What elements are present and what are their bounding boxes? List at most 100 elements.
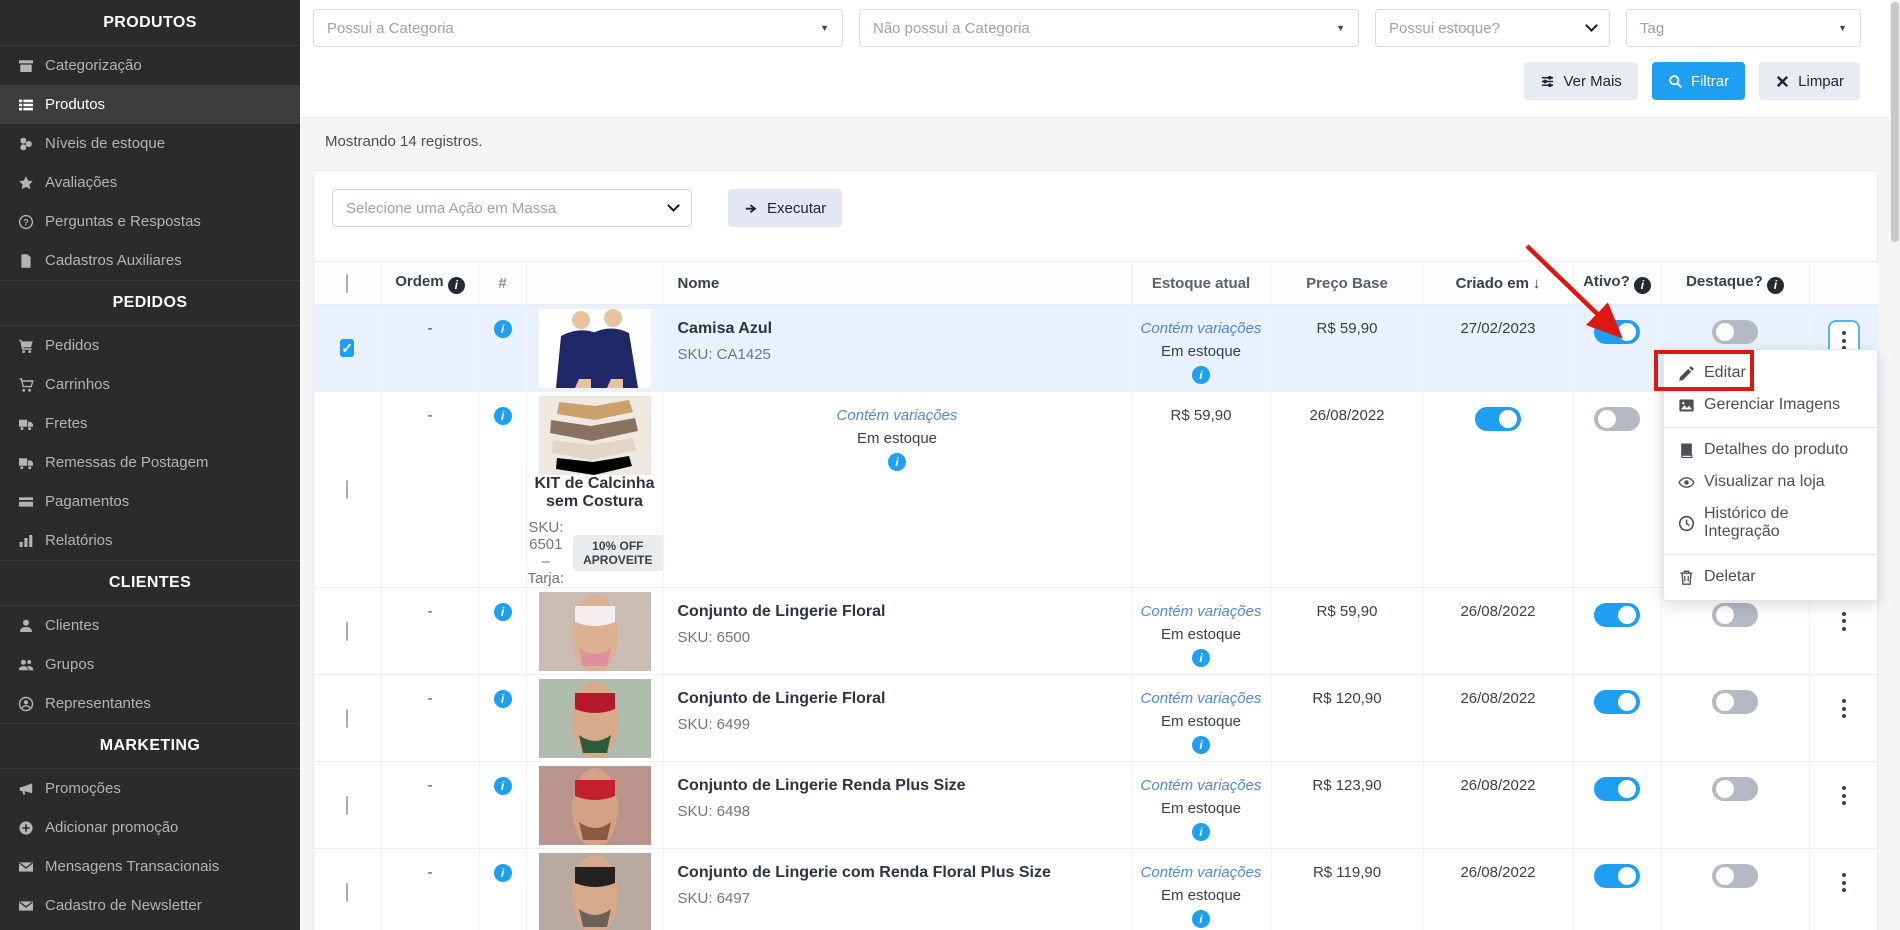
row-actions-kebab-icon[interactable] — [1830, 864, 1858, 901]
row-checkbox[interactable] — [346, 795, 349, 815]
info-icon[interactable]: i — [493, 864, 512, 882]
destaque-toggle[interactable] — [1712, 603, 1758, 627]
destaque-toggle[interactable] — [1712, 777, 1758, 801]
menu-item-detalhes-do-produto[interactable]: Detalhes do produto — [1664, 434, 1877, 466]
contem-variacoes-link[interactable]: Contém variações — [1132, 777, 1271, 794]
destaque-toggle[interactable] — [1712, 864, 1758, 888]
ativo-toggle[interactable] — [1594, 777, 1640, 801]
info-icon[interactable]: i — [493, 407, 512, 425]
ver-mais-label: Ver Mais — [1563, 72, 1622, 90]
info-icon[interactable]: i — [493, 320, 512, 338]
eye-icon — [1678, 476, 1695, 488]
sidebar-item-pedidos[interactable]: Pedidos — [0, 326, 300, 365]
sidebar-item-representantes[interactable]: Representantes — [0, 684, 300, 723]
sidebar-item-perguntas-e-respostas[interactable]: ? Perguntas e Respostas — [0, 202, 300, 241]
product-name: Conjunto de Lingerie Floral — [677, 690, 886, 707]
menu-item-editar[interactable]: Editar — [1664, 357, 1877, 389]
menu-item-visualizar-na-loja[interactable]: Visualizar na loja — [1664, 466, 1877, 498]
row-checkbox[interactable] — [346, 480, 349, 499]
info-icon[interactable]: i — [493, 603, 512, 621]
contem-variacoes-link[interactable]: Contém variações — [664, 407, 1131, 424]
menu-item-label: Visualizar na loja — [1704, 473, 1825, 490]
menu-item-gerenciar-imagens[interactable]: Gerenciar Imagens — [1664, 389, 1877, 421]
sort-desc-icon: ↓ — [1532, 274, 1541, 292]
ativo-toggle[interactable] — [1594, 864, 1640, 888]
ativo-toggle[interactable] — [1594, 690, 1640, 714]
filter-select-2[interactable]: Não possui a Categoria ▼ — [859, 9, 1359, 47]
bulk-action-select[interactable]: Selecione uma Ação em Massa — [332, 189, 692, 227]
select-all-checkbox[interactable] — [346, 273, 349, 293]
destaque-toggle[interactable] — [1594, 407, 1640, 431]
scrollbar[interactable] — [1890, 0, 1900, 930]
sidebar-item-produtos[interactable]: Produtos — [0, 85, 300, 124]
row-checkbox[interactable]: ✓ — [340, 338, 355, 357]
contem-variacoes-link[interactable]: Contém variações — [1132, 864, 1271, 881]
ver-mais-button[interactable]: Ver Mais — [1524, 62, 1638, 100]
limpar-button[interactable]: Limpar — [1759, 62, 1860, 100]
row-ordem: - — [381, 674, 480, 762]
product-image[interactable]: KIT de Calcinha sem Costura SKU: 6501 – T… — [526, 391, 664, 588]
sidebar-item-clientes[interactable]: Clientes — [0, 606, 300, 645]
product-image[interactable] — [526, 304, 664, 392]
executar-button[interactable]: Executar — [728, 189, 843, 227]
ativo-toggle[interactable] — [1475, 407, 1521, 431]
product-image[interactable] — [526, 587, 664, 675]
ativo-toggle[interactable] — [1594, 320, 1640, 344]
sidebar-item-mensagens-transacionais[interactable]: Mensagens Transacionais — [0, 847, 300, 886]
ativo-toggle[interactable] — [1594, 603, 1640, 627]
row-checkbox[interactable] — [346, 708, 349, 728]
product-image[interactable] — [526, 848, 664, 930]
product-name: KIT de Calcinha sem Costura — [534, 475, 655, 510]
row-actions-kebab-icon[interactable] — [1830, 777, 1858, 814]
sidebar-item-pagamentos[interactable]: Pagamentos — [0, 482, 300, 521]
truck-icon — [19, 419, 33, 430]
info-icon[interactable]: i — [1192, 366, 1210, 384]
row-ordem: - — [381, 587, 480, 675]
sidebar-item-cadastros-auxiliares[interactable]: Cadastros Auxiliares — [0, 241, 300, 280]
filter-select-3[interactable]: Possui estoque? — [1375, 9, 1610, 47]
sidebar-item-adicionar-promo-o[interactable]: Adicionar promoção — [0, 808, 300, 847]
menu-item-hist-rico-de-integra-o[interactable]: Histórico de Integração — [1664, 498, 1877, 548]
contem-variacoes-link[interactable]: Contém variações — [1132, 320, 1271, 337]
sidebar-item-fretes[interactable]: Fretes — [0, 404, 300, 443]
info-icon[interactable]: i — [447, 276, 465, 294]
info-icon[interactable]: i — [493, 690, 512, 708]
info-icon[interactable]: i — [1192, 649, 1210, 667]
sidebar-section: CLIENTES Clientes Grupos Representantes — [0, 560, 300, 723]
info-icon[interactable]: i — [888, 453, 906, 471]
info-icon[interactable]: i — [493, 777, 512, 795]
info-icon[interactable]: i — [1192, 823, 1210, 841]
sidebar-item-avalia-es[interactable]: Avaliações — [0, 163, 300, 202]
row-actions-kebab-icon[interactable] — [1830, 690, 1858, 727]
filtrar-button[interactable]: Filtrar — [1651, 62, 1746, 100]
info-icon[interactable]: i — [1766, 276, 1784, 294]
row-checkbox[interactable] — [346, 882, 349, 902]
sidebar-item-relat-rios[interactable]: Relatórios — [0, 521, 300, 560]
sidebar-item-n-veis-de-estoque[interactable]: Níveis de estoque — [0, 124, 300, 163]
menu-item-deletar[interactable]: Deletar — [1664, 561, 1877, 593]
row-actions-kebab-icon[interactable] — [1830, 603, 1858, 640]
header-estoque: Estoque atual — [1131, 261, 1272, 305]
filter-select-1[interactable]: Possui a Categoria ▼ — [313, 9, 843, 47]
sidebar-item-remessas-de-postagem[interactable]: Remessas de Postagem — [0, 443, 300, 482]
product-image[interactable] — [526, 761, 664, 849]
filter-select-4[interactable]: Tag ▼ — [1626, 9, 1861, 47]
menu-divider — [1664, 427, 1877, 428]
row-checkbox[interactable] — [346, 621, 349, 641]
destaque-toggle[interactable] — [1712, 320, 1758, 344]
info-icon[interactable]: i — [1633, 276, 1651, 294]
destaque-toggle[interactable] — [1712, 690, 1758, 714]
archive-icon — [19, 59, 33, 72]
sidebar-item-cadastro-de-newsletter[interactable]: Cadastro de Newsletter — [0, 886, 300, 925]
product-image[interactable] — [526, 674, 664, 762]
info-icon[interactable]: i — [1192, 736, 1210, 754]
sidebar-item-categoriza-o[interactable]: Categorização — [0, 46, 300, 85]
contem-variacoes-link[interactable]: Contém variações — [1132, 690, 1271, 707]
info-icon[interactable]: i — [1192, 910, 1210, 928]
scrollbar-thumb[interactable] — [1891, 2, 1899, 242]
contem-variacoes-link[interactable]: Contém variações — [1132, 603, 1271, 620]
sidebar-item-grupos[interactable]: Grupos — [0, 645, 300, 684]
header-criado[interactable]: Criado em ↓ — [1423, 261, 1574, 305]
sidebar-item-carrinhos[interactable]: Carrinhos — [0, 365, 300, 404]
sidebar-item-promo-es[interactable]: Promoções — [0, 769, 300, 808]
